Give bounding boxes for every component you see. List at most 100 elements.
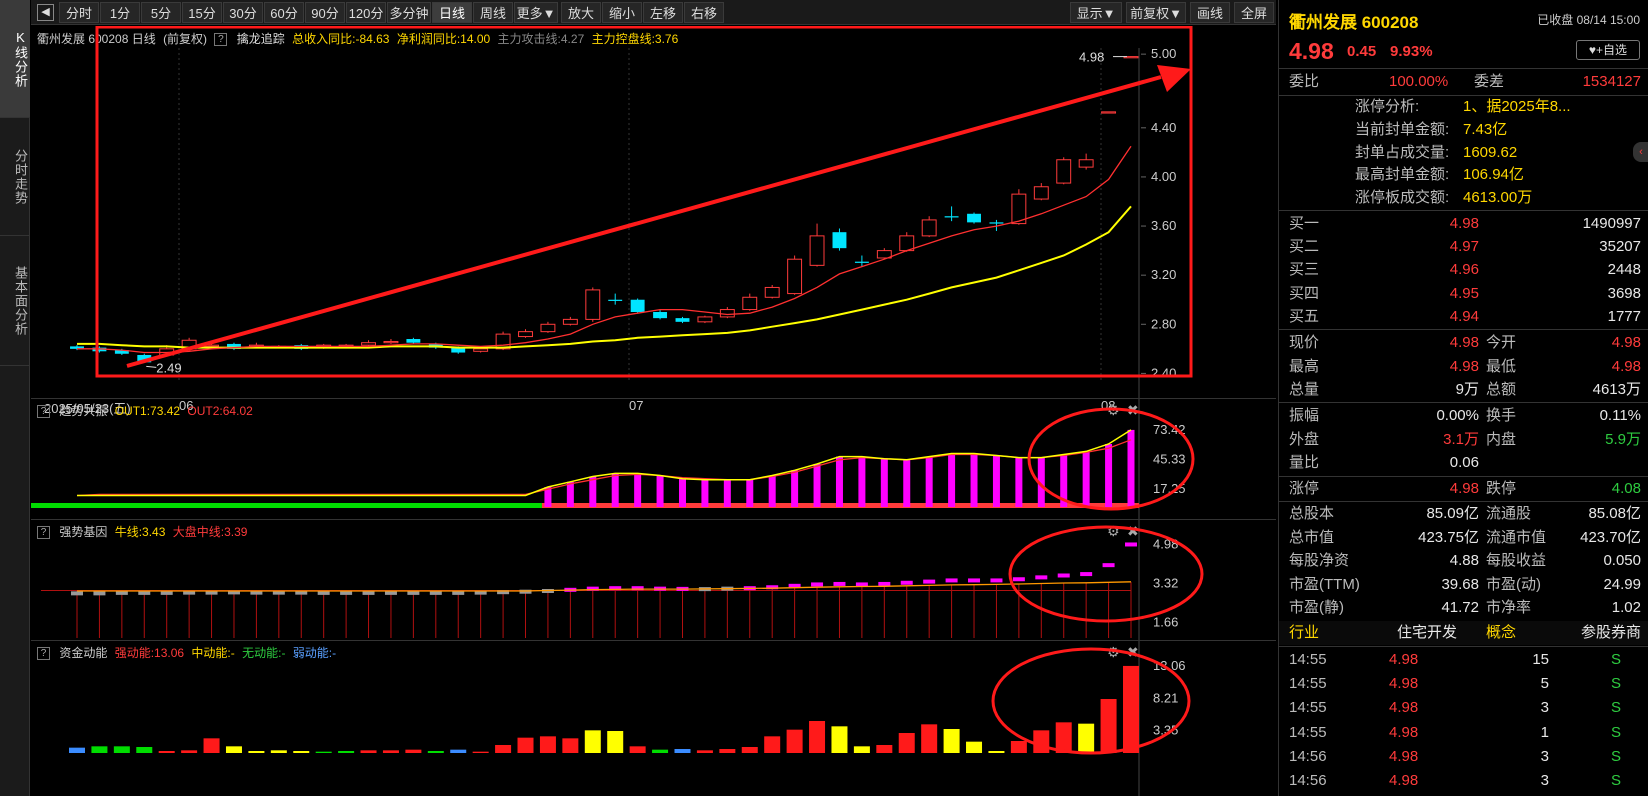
limit-up-value: 4.98 bbox=[1449, 480, 1479, 497]
concept-value[interactable]: 参股券商 bbox=[1581, 621, 1641, 645]
gene-chart[interactable]: 4.983.321.66⚙ ✖ bbox=[31, 520, 1276, 641]
stat-label: 总量 bbox=[1289, 381, 1320, 398]
stat-value: 3.1万 bbox=[1443, 430, 1479, 448]
action-button-3[interactable]: 右移 bbox=[684, 2, 724, 23]
gene-block bbox=[1057, 573, 1070, 578]
tab-fundamentals[interactable]: 基本面分析 bbox=[0, 236, 30, 366]
fund-bar bbox=[966, 741, 983, 753]
period-button-6[interactable]: 90分 bbox=[305, 2, 345, 23]
toolbar-right-button-1[interactable]: 前复权▼ bbox=[1126, 2, 1186, 23]
period-button-1[interactable]: 1分 bbox=[100, 2, 140, 23]
period-button-8[interactable]: 多分钟 bbox=[387, 2, 431, 23]
stat-label: 最低 bbox=[1486, 357, 1517, 375]
back-icon[interactable]: ◀ bbox=[37, 4, 54, 21]
period-button-3[interactable]: 15分 bbox=[182, 2, 222, 23]
add-watchlist-button[interactable]: ♥+自选 bbox=[1576, 40, 1640, 60]
stat-value: 9万 bbox=[1455, 381, 1479, 398]
period-button-10[interactable]: 周线 bbox=[473, 2, 513, 23]
candle-body bbox=[383, 340, 399, 344]
limit-down-label: 跌停 bbox=[1486, 480, 1517, 497]
stat-row: 振幅 0.00% 换手 0.11% bbox=[1279, 404, 1648, 428]
period-button-9[interactable]: 日线 bbox=[432, 2, 472, 23]
stat-row: 总股本 85.09亿 流通股 85.08亿 bbox=[1279, 502, 1648, 526]
candle-body bbox=[967, 213, 981, 223]
fund-bar bbox=[786, 729, 803, 753]
bid-price: 4.98 bbox=[1449, 215, 1479, 232]
ma-long-line bbox=[77, 205, 1132, 349]
stat-row: 总量 9万 总额 4613万 bbox=[1279, 378, 1648, 402]
gene-block bbox=[71, 591, 83, 596]
fund-bar bbox=[831, 726, 848, 753]
trade-row: 14:56 4.98 3 S bbox=[1279, 769, 1648, 793]
bid-row[interactable]: 买三 4.96 2448 bbox=[1279, 258, 1648, 282]
limit-analysis-value[interactable]: 1、据2025年8... bbox=[1463, 96, 1571, 118]
kline-chart[interactable]: 5.00 4.40 4.00 3.60 3.20 2.80 2.40 4.98 2.49 bbox=[31, 26, 1276, 419]
tab-kline-analysis[interactable]: K线分析 bbox=[0, 0, 30, 118]
period-button-0[interactable]: 分时 bbox=[59, 2, 99, 23]
bid-row[interactable]: 买一 4.98 1490997 bbox=[1279, 212, 1648, 236]
price-change: 0.45 bbox=[1347, 43, 1377, 60]
stat-label: 外盘 bbox=[1289, 430, 1320, 448]
limit-analysis-label: 最高封单金额: bbox=[1355, 166, 1450, 184]
stat-row: 外盘 3.1万 内盘 5.9万 bbox=[1279, 428, 1648, 452]
fund-bar bbox=[338, 751, 355, 753]
toolbar-right-button-0[interactable]: 显示▼ bbox=[1070, 2, 1122, 23]
annotation-box bbox=[95, 26, 1193, 378]
period-button-4[interactable]: 30分 bbox=[223, 2, 263, 23]
fund-bar bbox=[943, 729, 960, 753]
trend-bar bbox=[970, 453, 978, 507]
gene-block bbox=[1080, 572, 1093, 577]
period-button-11[interactable]: 更多▼ bbox=[514, 2, 558, 23]
stat-value: 1.02 bbox=[1611, 599, 1641, 616]
stat-value: 4.98 bbox=[1449, 357, 1479, 375]
stock-name: 衢州发展 600208 bbox=[1289, 13, 1419, 32]
trend-chart[interactable]: 73.4245.3317.25⚙ ✖ bbox=[31, 399, 1276, 521]
gene-block bbox=[878, 581, 891, 586]
action-button-1[interactable]: 缩小 bbox=[602, 2, 642, 23]
trade-side: S bbox=[1610, 772, 1621, 789]
tab-intraday[interactable]: 分时走势 bbox=[0, 118, 30, 236]
limit-analysis-row: 当前封单金额: 7.43亿 bbox=[1279, 119, 1648, 141]
gene-block bbox=[945, 578, 958, 583]
trend-bar bbox=[1105, 444, 1113, 507]
gene-block bbox=[923, 579, 936, 584]
period-button-7[interactable]: 120分 bbox=[346, 2, 386, 23]
stat-label: 流通市值 bbox=[1486, 528, 1547, 546]
candle-body bbox=[719, 309, 735, 318]
candle-body bbox=[518, 331, 533, 338]
fund-bar bbox=[427, 751, 444, 753]
toolbar-right-button-3[interactable]: 全屏 bbox=[1234, 2, 1274, 23]
industry-value[interactable]: 住宅开发 bbox=[1397, 621, 1457, 645]
fund-chart[interactable]: 13.068.213.35⚙ ✖ bbox=[31, 641, 1276, 796]
bid-row[interactable]: 买四 4.95 3698 bbox=[1279, 282, 1648, 306]
fund-bar bbox=[181, 750, 198, 753]
fund-bar bbox=[652, 749, 669, 753]
trade-volume: 3 bbox=[1540, 772, 1549, 789]
period-button-2[interactable]: 5分 bbox=[141, 2, 181, 23]
last-price: 4.98 bbox=[1289, 38, 1334, 64]
limit-analysis-value: 106.94亿 bbox=[1463, 166, 1524, 184]
stat-label: 市盈(TTM) bbox=[1289, 575, 1360, 593]
action-button-0[interactable]: 放大 bbox=[561, 2, 601, 23]
bid-row[interactable]: 买二 4.97 35207 bbox=[1279, 235, 1648, 259]
stat-row: 最高 4.98 最低 4.98 bbox=[1279, 355, 1648, 379]
fund-bar bbox=[562, 738, 579, 753]
action-button-2[interactable]: 左移 bbox=[643, 2, 683, 23]
candle-body bbox=[1101, 111, 1117, 114]
bid-price: 4.97 bbox=[1449, 238, 1479, 256]
trade-time: 14:56 bbox=[1289, 772, 1327, 789]
bid-volume: 35207 bbox=[1599, 238, 1641, 256]
candle-body bbox=[1033, 186, 1049, 200]
stat-row: 量比 0.06 bbox=[1279, 451, 1648, 475]
stat-label: 最高 bbox=[1289, 357, 1320, 375]
heart-icon: ♥ bbox=[1588, 43, 1597, 57]
stat-label: 总股本 bbox=[1289, 505, 1335, 522]
period-button-5[interactable]: 60分 bbox=[264, 2, 304, 23]
stat-value: 0.11% bbox=[1599, 407, 1641, 424]
bid-row[interactable]: 买五 4.94 1777 bbox=[1279, 305, 1648, 329]
toolbar-right-button-2[interactable]: 画线 bbox=[1190, 2, 1230, 23]
fund-bar bbox=[853, 746, 870, 753]
limit-analysis-label: 涨停板成交额: bbox=[1355, 189, 1450, 207]
trend-bar bbox=[611, 473, 619, 507]
y-tick-label: 4.00 bbox=[1151, 169, 1176, 184]
